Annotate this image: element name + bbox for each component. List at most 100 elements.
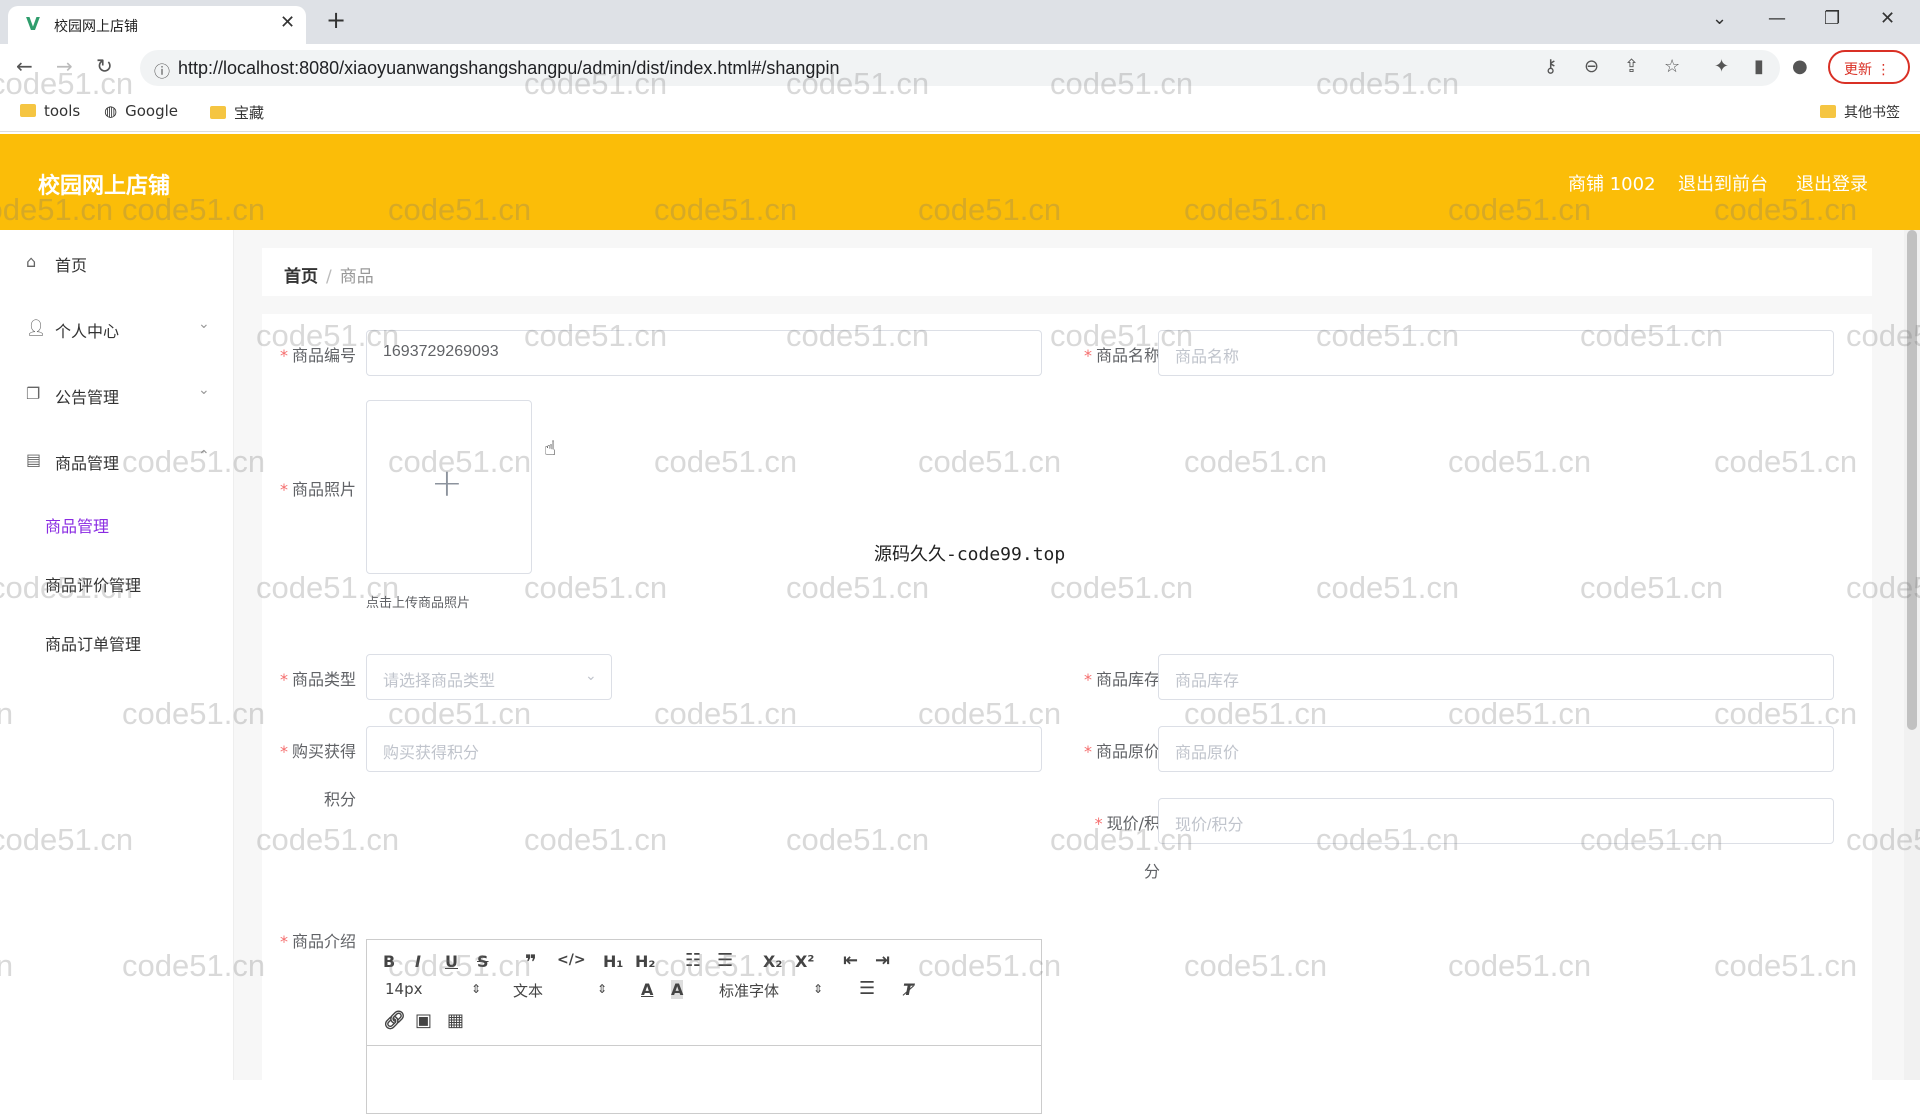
sidebar-item-label: 公告管理 <box>55 388 120 407</box>
page-scrollbar[interactable] <box>1904 230 1920 1080</box>
underline-icon[interactable]: U <box>445 952 458 971</box>
sidebar-item-goods[interactable]: ▤ 商品管理 ⌃ <box>0 436 234 486</box>
close-tab-icon[interactable]: ✕ <box>280 12 295 33</box>
italic-icon[interactable]: I <box>415 952 421 971</box>
cur-price-label-cont: 分 <box>1143 862 1160 881</box>
forward-icon[interactable]: → <box>56 54 73 78</box>
image-icon[interactable]: ▣ <box>415 1010 432 1031</box>
superscript-icon[interactable]: X² <box>795 952 814 971</box>
chevron-down-icon: ⌄ <box>198 382 210 398</box>
key-icon[interactable]: ⚷ <box>1544 56 1557 77</box>
back-icon[interactable]: ← <box>16 54 33 78</box>
sidebar-item-label: 个人中心 <box>55 322 120 341</box>
submenu-goods-manage[interactable]: 商品管理 <box>45 513 109 537</box>
browser-tab[interactable]: V 校园网上店铺 ✕ <box>8 6 306 44</box>
sidebar-item-profile[interactable]: 👤︎ 个人中心 ⌄ <box>0 304 234 354</box>
stock-input[interactable]: 商品库存 <box>1158 654 1834 700</box>
strike-icon[interactable]: S <box>477 952 489 971</box>
other-bookmarks[interactable]: 其他书签 <box>1820 102 1900 122</box>
video-icon[interactable]: ▦ <box>447 1010 464 1031</box>
font-family-select[interactable]: 标准字体 <box>719 980 779 1001</box>
notice-icon: ❐ <box>26 384 41 403</box>
stock-label: * 商品库存 <box>1083 670 1160 689</box>
profile-icon[interactable]: ● <box>1792 56 1808 77</box>
subscript-icon[interactable]: X₂ <box>763 952 782 971</box>
bookmark-label: 宝藏 <box>234 104 265 122</box>
browser-tab-bar: V 校园网上店铺 ✕ + ⌄ — ❐ ✕ <box>0 0 1920 44</box>
main-content: 首页 / 商品 * 商品编号 1693729269093 * 商品名称 商品名称 * 商品… <box>234 230 1904 1114</box>
reload-icon[interactable]: ↻ <box>96 54 113 78</box>
bookmark-label: 其他书签 <box>1844 105 1900 121</box>
outdent-icon[interactable]: ⇤ <box>843 950 858 971</box>
folder-icon <box>20 104 36 117</box>
font-size-arrow-icon: ⇕ <box>471 982 482 996</box>
ordered-list-icon[interactable]: ☷ <box>685 950 701 971</box>
app-header: 校园网上店铺 商铺 1002 退出到前台 退出登录 <box>0 134 1920 230</box>
star-icon[interactable]: ☆ <box>1664 56 1680 77</box>
bold-icon[interactable]: B <box>383 952 395 971</box>
bookmarks-bar: tools ◍ Google 宝藏 其他书签 <box>0 92 1920 132</box>
site-info-icon[interactable]: ⓘ <box>154 58 170 82</box>
new-tab-icon[interactable]: + <box>326 6 346 34</box>
bookmark-google[interactable]: ◍ Google <box>104 102 178 120</box>
sidebar-item-label: 首页 <box>55 256 88 275</box>
text-style-select[interactable]: 文本 <box>513 980 543 1001</box>
scrollbar-thumb[interactable] <box>1907 230 1917 730</box>
sidebar-item-notice[interactable]: ❐ 公告管理 ⌄ <box>0 370 234 420</box>
indent-icon[interactable]: ⇥ <box>875 950 890 971</box>
orig-price-input[interactable]: 商品原价 <box>1158 726 1834 772</box>
chevron-down-icon: ⌄ <box>585 667 597 683</box>
sidebar: ⌂ 首页 👤︎ 个人中心 ⌄ ❐ 公告管理 ⌄ ▤ 商品管理 ⌃ 商品管理 商品… <box>0 230 234 1080</box>
hand-cursor-icon: ☝ <box>544 436 557 460</box>
h1-icon[interactable]: H₁ <box>603 952 623 971</box>
tab-search-icon[interactable]: ⌄ <box>1712 8 1727 29</box>
submenu-goods-order[interactable]: 商品订单管理 <box>45 631 141 655</box>
restore-icon[interactable]: ❐ <box>1824 8 1840 29</box>
sidebar-item-home[interactable]: ⌂ 首页 <box>0 238 234 288</box>
name-input[interactable]: 商品名称 <box>1158 330 1834 376</box>
type-select[interactable]: 请选择商品类型 ⌄ <box>366 654 612 700</box>
breadcrumb-home[interactable]: 首页 <box>284 267 318 287</box>
points-input[interactable]: 购买获得积分 <box>366 726 1042 772</box>
link-icon[interactable]: 🔗︎ <box>383 1010 406 1031</box>
submenu-goods-review[interactable]: 商品评价管理 <box>45 572 141 596</box>
sidepanel-icon[interactable]: ▮ <box>1754 56 1764 77</box>
photo-upload-button[interactable]: + <box>366 400 532 574</box>
logout-link[interactable]: 退出登录 <box>1796 170 1868 196</box>
bullet-list-icon[interactable]: ☰ <box>717 950 733 971</box>
folder-icon <box>1820 105 1836 118</box>
quote-icon[interactable]: ❞ <box>525 950 537 974</box>
minimize-icon[interactable]: — <box>1768 8 1786 29</box>
name-label: * 商品名称 <box>1083 346 1160 365</box>
shop-user-label: 商铺 1002 <box>1568 174 1656 195</box>
code-input[interactable]: 1693729269093 <box>366 330 1042 376</box>
breadcrumb-current: 商品 <box>339 267 374 287</box>
align-icon[interactable]: ☰ <box>859 978 875 999</box>
photo-label: * 商品照片 <box>279 480 356 499</box>
extensions-icon[interactable]: ✦ <box>1714 56 1729 77</box>
font-color-icon[interactable]: A <box>641 980 653 999</box>
sidebar-item-label: 商品管理 <box>55 454 120 473</box>
user-icon: 👤︎ <box>26 318 47 337</box>
cur-price-label: * 现价/积 <box>1094 814 1160 833</box>
background-color-icon[interactable]: A <box>671 980 684 999</box>
zoom-icon[interactable]: ⊖ <box>1584 56 1599 77</box>
h2-icon[interactable]: H₂ <box>635 952 655 971</box>
cur-price-input[interactable]: 现价/积分 <box>1158 798 1834 844</box>
bookmark-treasure[interactable]: 宝藏 <box>210 102 264 123</box>
back-to-front-link[interactable]: 退出到前台 <box>1678 170 1768 196</box>
code-icon[interactable]: </> <box>557 952 586 968</box>
folder-icon <box>210 106 226 119</box>
intro-label: * 商品介绍 <box>279 932 356 951</box>
font-size-select[interactable]: 14px <box>385 980 423 998</box>
clear-format-icon[interactable]: T̷ <box>903 980 914 999</box>
type-label: * 商品类型 <box>279 670 356 689</box>
rich-text-editor[interactable]: B I U S ❞ </> H₁ H₂ ☷ ☰ X₂ X² ⇤ ⇥ 14px ⇕… <box>366 939 1042 1114</box>
bookmark-tools[interactable]: tools <box>20 102 80 120</box>
share-icon[interactable]: ⇪ <box>1624 56 1639 77</box>
update-button[interactable]: 更新 ⋮ <box>1828 50 1910 84</box>
url-field[interactable]: ⓘ http://localhost:8080/xiaoyuanwangshan… <box>140 50 1780 86</box>
vue-favicon-icon: V <box>26 14 40 35</box>
tab-title: 校园网上店铺 <box>54 19 138 35</box>
close-window-icon[interactable]: ✕ <box>1880 8 1895 29</box>
